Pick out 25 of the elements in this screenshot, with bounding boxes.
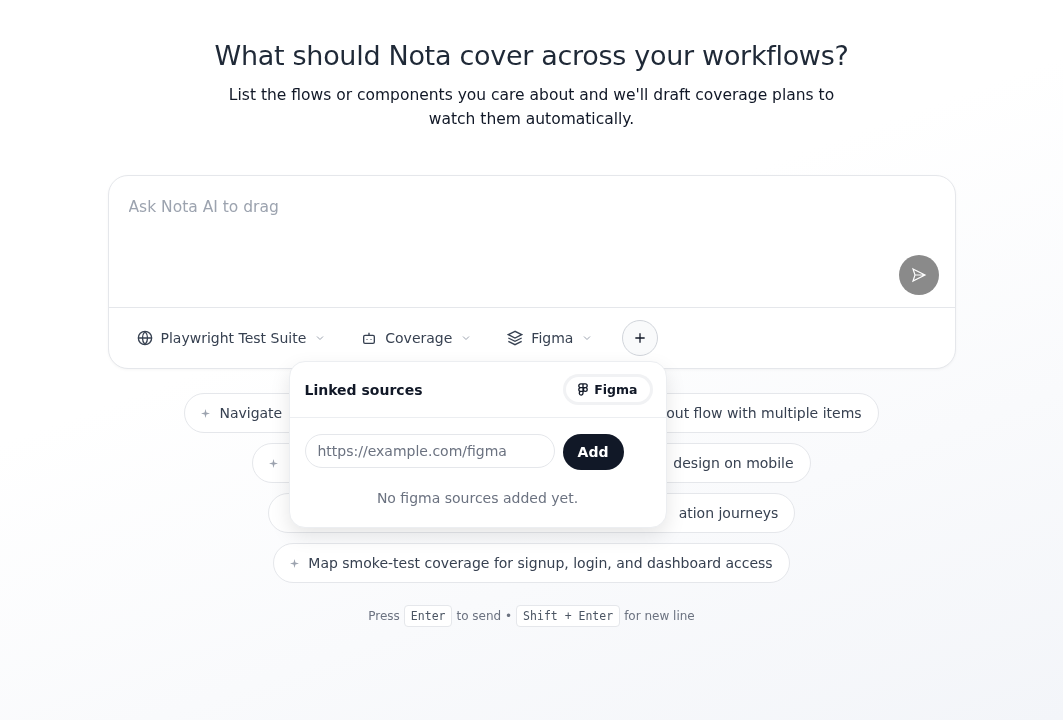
suggestion-chip[interactable]: Map smoke-test coverage for signup, login, and dashboard access bbox=[273, 543, 790, 583]
source-tag[interactable]: Figma bbox=[566, 377, 650, 402]
prompt-field[interactable]: Ask Nota AI to drag bbox=[128, 198, 829, 216]
layers-icon bbox=[507, 330, 524, 346]
key-hint: Enter bbox=[403, 605, 453, 627]
add-button[interactable] bbox=[622, 320, 659, 356]
hint-text: Press bbox=[368, 609, 400, 623]
send-icon bbox=[910, 267, 927, 283]
empty-message: No figma sources added yet. bbox=[375, 490, 580, 506]
selector-dropdown[interactable]: Figma bbox=[507, 330, 594, 346]
key-hint: Shift + Enter bbox=[516, 605, 621, 627]
hint-text: for new line bbox=[624, 609, 695, 623]
page-title: What should Nota cover across your workflows? bbox=[214, 40, 849, 71]
url-field[interactable]: https://example.com/figma bbox=[304, 434, 555, 468]
globe-icon bbox=[136, 330, 153, 346]
plus-icon bbox=[633, 331, 648, 345]
selector-dropdown[interactable]: Coverage bbox=[361, 330, 473, 346]
hint-text: to send • bbox=[456, 609, 513, 623]
popover-title: Linked sources bbox=[304, 381, 423, 398]
figma-icon bbox=[578, 382, 589, 397]
robot-icon bbox=[361, 330, 378, 346]
selector-dropdown[interactable]: Playwright Test Suite bbox=[136, 330, 327, 346]
add-source-button[interactable]: Add bbox=[562, 434, 624, 470]
send-button[interactable] bbox=[898, 255, 939, 295]
page-subtitle: List the flows or components you care about and we'll draft coverage plans to watch them automatically. bbox=[227, 85, 836, 130]
